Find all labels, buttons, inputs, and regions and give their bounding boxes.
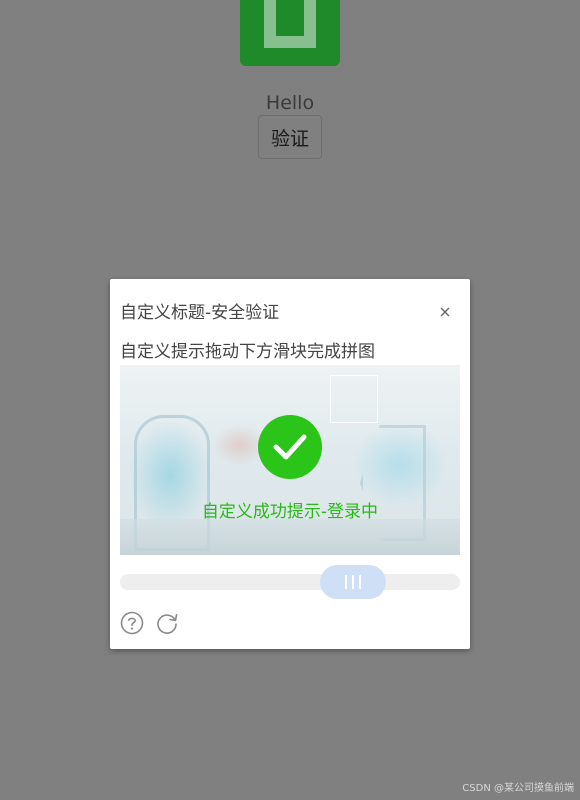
dialog-title: 自定义标题-安全验证: [120, 303, 280, 323]
logo-mark: [264, 0, 316, 48]
close-icon[interactable]: [438, 304, 452, 318]
watermark: CSDN @某公司摸鱼前端: [462, 783, 574, 794]
puzzle-image: 自定义成功提示-登录中: [120, 365, 460, 555]
verify-button[interactable]: 验证: [258, 115, 322, 159]
grip-line: [352, 575, 355, 589]
refresh-icon[interactable]: [155, 611, 179, 635]
check-circle-icon: [258, 415, 322, 479]
grip-line: [345, 575, 348, 589]
slider-track: [120, 574, 460, 590]
slider-handle[interactable]: [320, 565, 387, 599]
grip-line: [359, 575, 362, 589]
captcha-dialog: 自定义标题-安全验证 自定义提示拖动下方滑块完成拼图 自定义成功提示-登录中: [110, 279, 470, 649]
success-message: 自定义成功提示-登录中: [201, 502, 379, 522]
hello-text: Hello: [265, 92, 315, 114]
puzzle-piece-slot: [330, 375, 378, 423]
puzzle-scene-floor: [120, 519, 460, 555]
dialog-hint: 自定义提示拖动下方滑块完成拼图: [120, 342, 375, 362]
help-icon[interactable]: [120, 611, 144, 635]
app-logo: [240, 0, 340, 66]
